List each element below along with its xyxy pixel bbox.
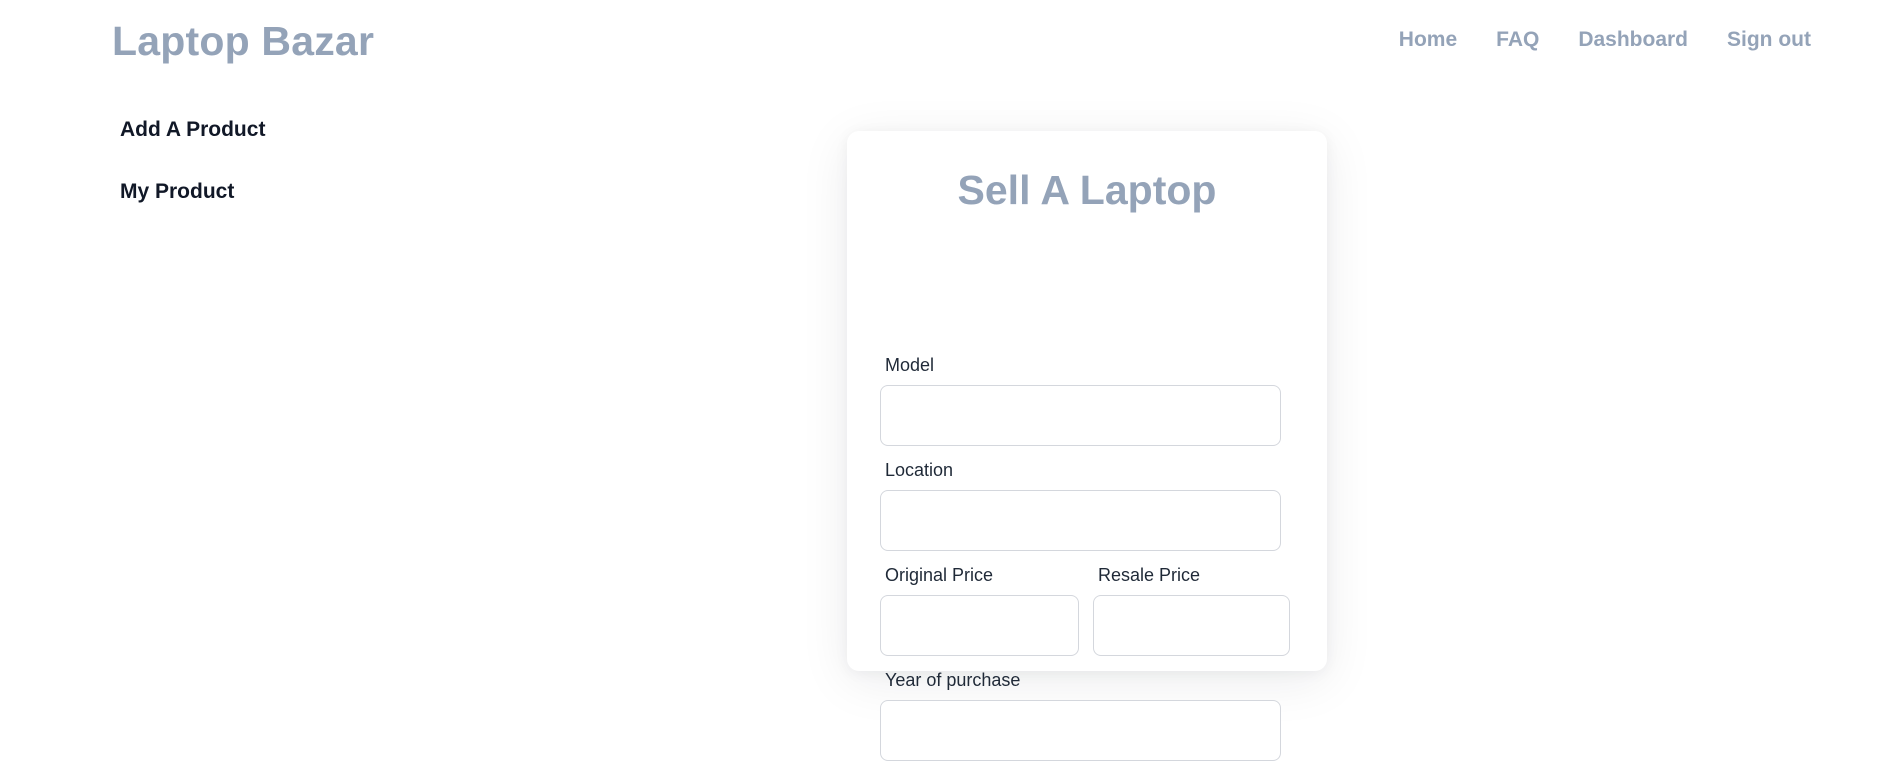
year-of-purchase-label: Year of purchase [885,670,1021,690]
nav-dashboard-link[interactable]: Dashboard [1578,28,1688,52]
nav-faq-link[interactable]: FAQ [1496,28,1539,52]
dashboard-sidebar: Add A Product My Product [120,118,380,242]
year-of-purchase-input[interactable] [880,700,1281,761]
nav-links: Home FAQ Dashboard Sign out [1399,28,1811,52]
model-input[interactable] [880,385,1281,446]
form-title: Sell A Laptop [957,167,1217,213]
nav-home-link[interactable]: Home [1399,28,1457,52]
sidebar-item-my-product[interactable]: My Product [120,180,380,204]
location-label: Location [885,460,954,480]
original-price-input[interactable] [880,595,1079,656]
sell-laptop-form: Sell A Laptop Model Location Original Pr… [847,131,1327,761]
sidebar-item-add-product[interactable]: Add A Product [120,118,380,142]
resale-price-input[interactable] [1093,595,1290,656]
original-price-label: Original Price [885,565,994,585]
nav-sign-out-link[interactable]: Sign out [1727,28,1811,52]
model-label: Model [885,355,935,375]
brand-logo-link[interactable]: Laptop Bazar [112,18,374,65]
navbar: Laptop Bazar Home FAQ Dashboard Sign out [0,0,1899,84]
location-input[interactable] [880,490,1281,551]
resale-price-label: Resale Price [1098,565,1201,585]
